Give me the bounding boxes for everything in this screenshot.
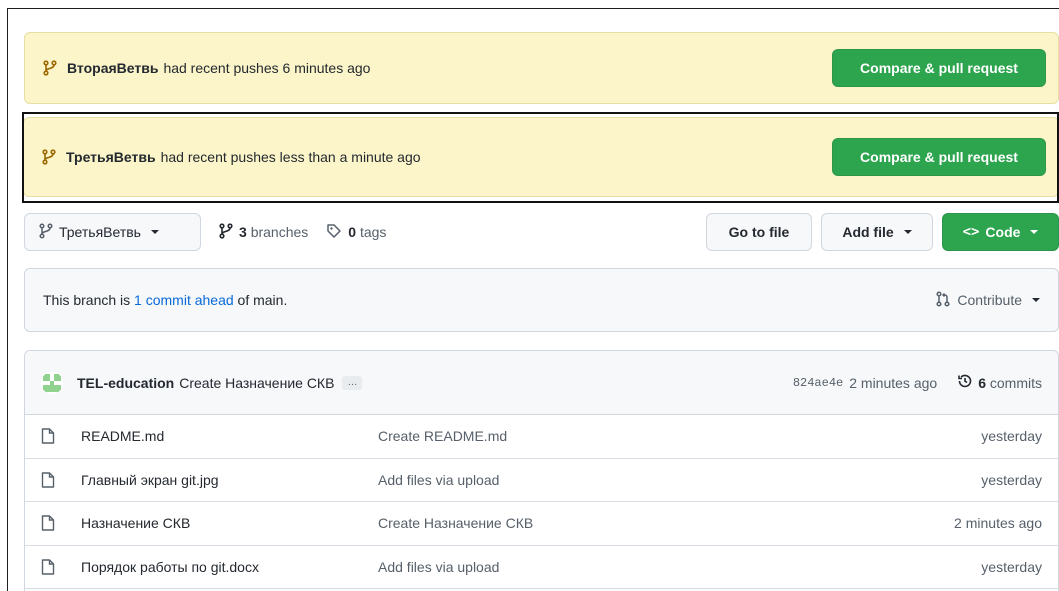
- compare-pull-request-button[interactable]: Compare & pull request: [832, 49, 1046, 87]
- commits-ahead-link[interactable]: 1 commit ahead: [134, 292, 234, 308]
- commit-sha[interactable]: 824ae4e: [793, 376, 843, 390]
- commits-history-link[interactable]: 6 commits: [957, 373, 1042, 392]
- git-branch-icon: [42, 149, 56, 165]
- file-name[interactable]: Главный экран git.jpg: [81, 472, 378, 488]
- file-icon: [41, 428, 57, 444]
- branch-status-prefix: This branch is: [43, 292, 131, 308]
- contribute-dropdown[interactable]: Contribute: [935, 290, 1040, 310]
- compare-pull-request-button[interactable]: Compare & pull request: [832, 138, 1046, 176]
- commits-label: commits: [989, 374, 1042, 391]
- file-commit-message[interactable]: Create Назначение СКВ: [378, 515, 954, 531]
- branch-select-label: ТретьяВетвь: [59, 224, 141, 240]
- tags-count: 0: [348, 224, 357, 240]
- tags-label: tags: [359, 224, 387, 240]
- file-icon: [41, 515, 57, 531]
- branches-count: 3: [239, 224, 247, 240]
- file-row[interactable]: Главный экран git.jpg Add files via uplo…: [25, 459, 1058, 502]
- file-commit-message[interactable]: Add files via upload: [378, 559, 981, 575]
- window-frame-left: [7, 8, 8, 591]
- branch-status-box: This branch is 1 commit ahead of main. C…: [24, 268, 1059, 332]
- file-date: 2 minutes ago: [954, 515, 1042, 532]
- code-button[interactable]: <> Code: [942, 213, 1059, 251]
- branches-label: branches: [250, 224, 309, 240]
- window-frame-top: [7, 8, 1059, 9]
- file-row[interactable]: Назначение СКВ Create Назначение СКВ 2 m…: [25, 502, 1058, 546]
- branches-link[interactable]: 3 branches: [219, 222, 309, 242]
- file-commit-message[interactable]: Add files via upload: [378, 472, 981, 488]
- file-date: yesterday: [981, 471, 1042, 488]
- tags-link[interactable]: 0 tags: [326, 223, 386, 242]
- git-branch-icon: [39, 222, 53, 242]
- contribute-label: Contribute: [957, 292, 1022, 308]
- banner-branch-name[interactable]: ВтораяВетвь: [67, 60, 158, 76]
- commit-author[interactable]: TEL-education: [77, 375, 174, 391]
- git-branch-icon: [219, 222, 233, 242]
- code-label: Code: [985, 224, 1021, 240]
- file-commit-message[interactable]: Create README.md: [378, 428, 981, 444]
- banner-text: had recent pushes less than a minute ago: [160, 149, 421, 165]
- branch-select-button[interactable]: ТретьяВетвь: [24, 213, 201, 251]
- file-row[interactable]: README.md Create README.md yesterday: [25, 415, 1058, 459]
- banner-text: had recent pushes 6 minutes ago: [163, 60, 371, 76]
- file-date: yesterday: [981, 428, 1042, 445]
- file-icon: [41, 559, 57, 575]
- file-name[interactable]: Порядок работы по git.docx: [81, 559, 378, 575]
- recent-push-banner-1: ВтораяВетвь had recent pushes 6 minutes …: [24, 32, 1059, 104]
- add-file-button[interactable]: Add file: [821, 213, 933, 251]
- go-to-file-button[interactable]: Go to file: [706, 213, 812, 251]
- recent-push-banner-2: ТретьяВетвь had recent pushes less than …: [23, 117, 1059, 197]
- chevron-down-icon: [1030, 230, 1039, 234]
- code-icon: <>: [962, 224, 980, 240]
- file-icon: [41, 472, 57, 488]
- avatar[interactable]: [41, 371, 63, 394]
- repo-toolbar: ТретьяВетвь 3 branches 0 tags Go to file…: [24, 213, 1059, 251]
- chevron-down-icon: [150, 230, 159, 234]
- file-row[interactable]: Порядок работы по git.docx Add files via…: [25, 546, 1058, 589]
- file-name[interactable]: README.md: [81, 428, 378, 444]
- file-name[interactable]: Назначение СКВ: [81, 515, 378, 531]
- commit-message[interactable]: Create Назначение СКВ: [179, 375, 334, 391]
- tag-icon: [326, 223, 342, 242]
- expand-commit-button[interactable]: …: [342, 375, 363, 390]
- chevron-down-icon: [903, 230, 912, 234]
- add-file-label: Add file: [842, 224, 894, 240]
- pull-request-icon: [935, 290, 951, 310]
- latest-commit-bar: TEL-education Create Назначение СКВ … 82…: [25, 351, 1058, 415]
- git-branch-icon: [43, 60, 57, 76]
- chevron-down-icon: [1032, 298, 1040, 302]
- banner-branch-name[interactable]: ТретьяВетвь: [66, 149, 156, 165]
- commits-count: 6: [978, 374, 986, 391]
- history-icon: [957, 373, 973, 392]
- file-list: TEL-education Create Назначение СКВ … 82…: [24, 350, 1059, 591]
- file-date: yesterday: [981, 558, 1042, 575]
- commit-time: 2 minutes ago: [849, 374, 938, 391]
- branch-status-suffix: of main.: [237, 292, 288, 308]
